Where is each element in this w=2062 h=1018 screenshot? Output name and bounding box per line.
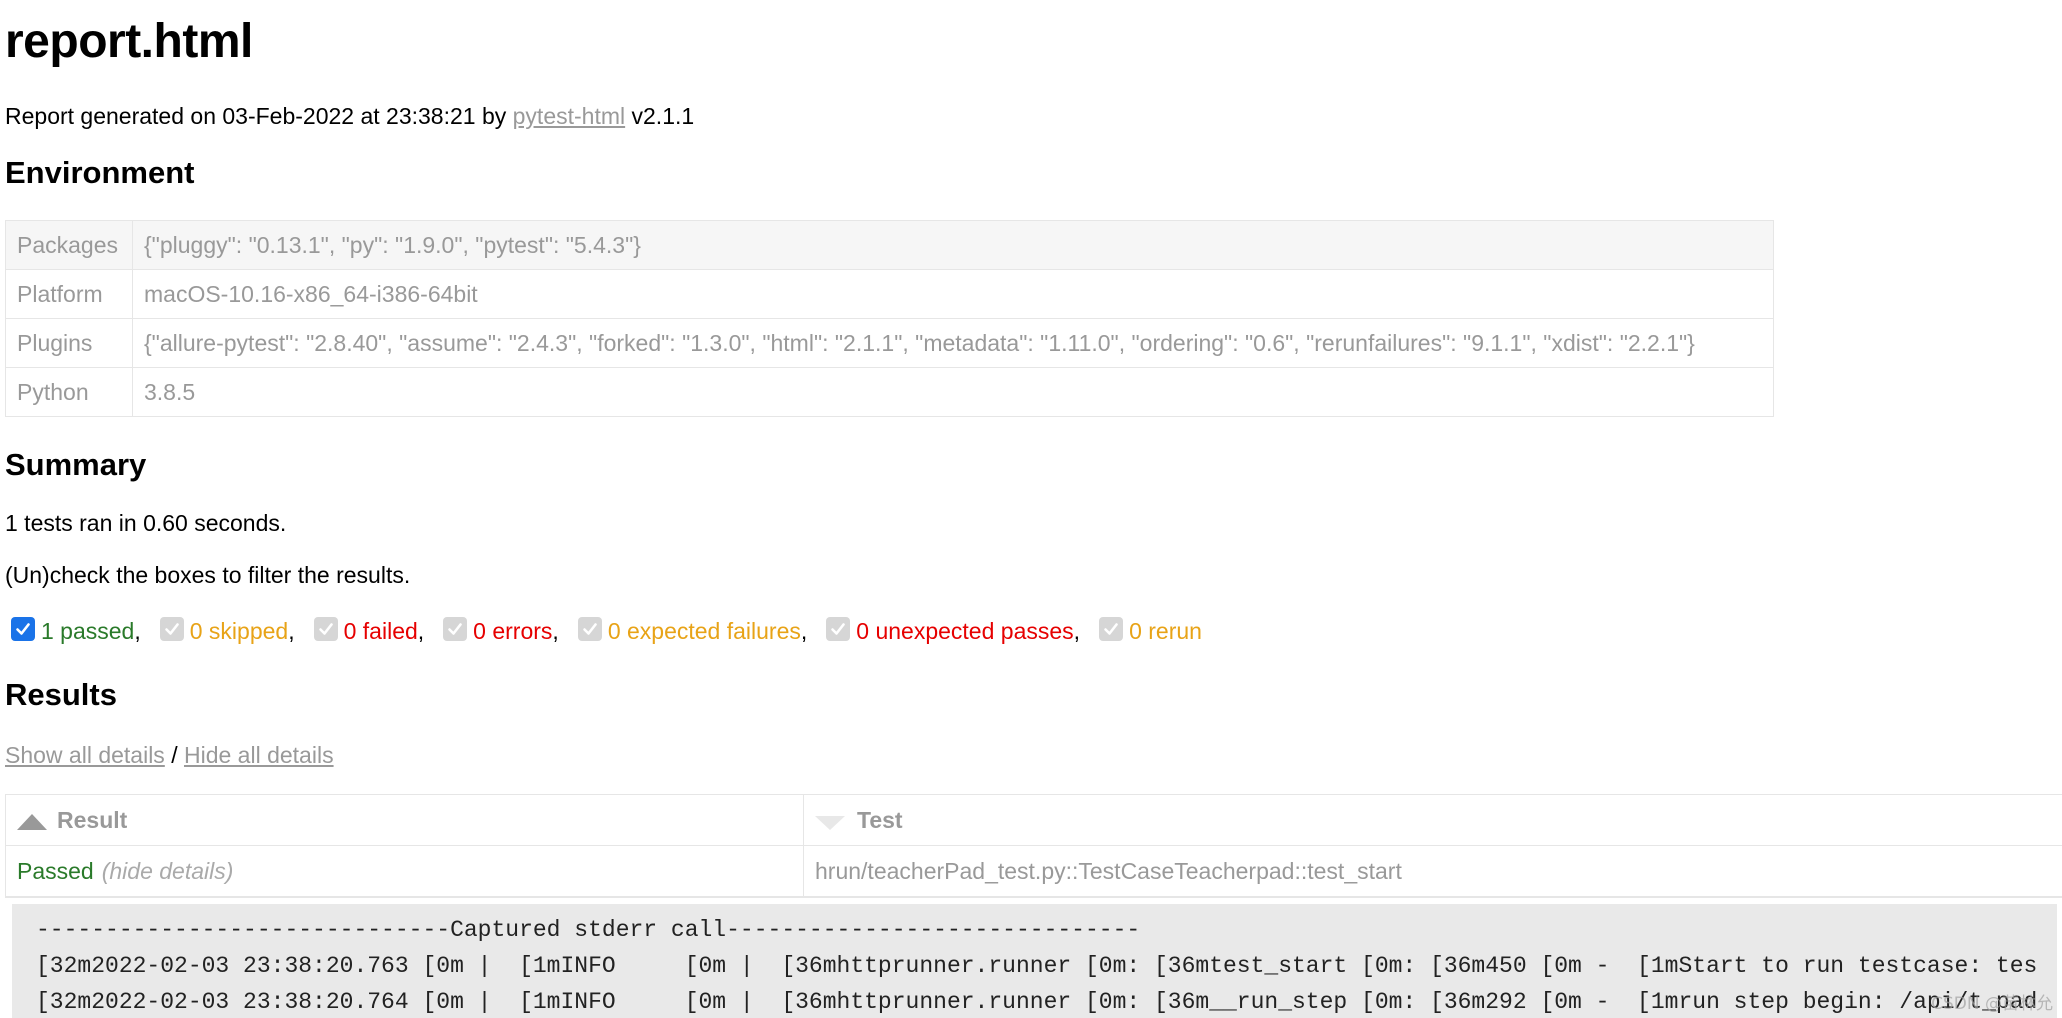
- filter-separator: ,: [552, 618, 559, 644]
- filter-hint: (Un)check the boxes to filter the result…: [5, 562, 411, 588]
- detail-links: Show all details / Hide all details: [5, 741, 334, 769]
- env-row: Platform macOS-10.16-x86_64-i386-64bit: [5, 269, 1774, 319]
- table-row[interactable]: Passed (hide details) hrun/teacherPad_te…: [6, 846, 2062, 897]
- filter-label-skipped: 0 skipped: [189, 618, 289, 644]
- test-cell: hrun/teacherPad_test.py::TestCaseTeacher…: [804, 846, 2062, 896]
- filter-checkboxes: 1 passed, 0 skipped, 0 failed, 0 errors,…: [11, 616, 1202, 645]
- summary-heading: Summary: [5, 447, 147, 482]
- filter-label-unexpected-passes: 0 unexpected passes: [856, 618, 1074, 644]
- page-title: report.html: [5, 15, 253, 68]
- env-value: {"pluggy": "0.13.1", "py": "1.9.0", "pyt…: [132, 220, 1774, 270]
- test-column-header[interactable]: Test: [804, 795, 2062, 845]
- check-icon: [164, 622, 179, 635]
- env-key: Packages: [5, 220, 133, 270]
- env-row: Plugins {"allure-pytest": "2.8.40", "ass…: [5, 318, 1774, 368]
- unexpected-passes-checkbox: [826, 616, 851, 641]
- check-icon: [583, 622, 597, 635]
- pytest-html-link[interactable]: pytest-html: [513, 103, 625, 129]
- hide-all-details-link[interactable]: Hide all details: [184, 742, 334, 768]
- env-row: Python 3.8.5: [5, 367, 1774, 417]
- filter-expected-failures: 0 expected failures,: [577, 616, 826, 645]
- hide-details-toggle[interactable]: (hide details): [102, 858, 234, 885]
- check-icon: [831, 622, 846, 635]
- run-summary: 1 tests ran in 0.60 seconds.: [5, 510, 287, 536]
- results-table: Result Test Passed (hide details) hrun/t…: [5, 794, 2062, 898]
- filter-label-passed: 1 passed: [41, 618, 135, 644]
- generated-line: Report generated on 03-Feb-2022 at 23:38…: [5, 102, 694, 130]
- expected-failures-checkbox: [577, 616, 602, 641]
- check-icon: [1104, 622, 1118, 635]
- env-row: Packages {"pluggy": "0.13.1", "py": "1.9…: [5, 220, 1774, 270]
- result-column-header[interactable]: Result: [6, 795, 804, 845]
- result-status: Passed: [17, 857, 94, 884]
- skipped-checkbox: [159, 616, 184, 641]
- result-column-label: Result: [57, 806, 128, 833]
- env-key: Python: [5, 367, 133, 417]
- environment-table: Packages {"pluggy": "0.13.1", "py": "1.9…: [5, 220, 1774, 417]
- check-icon: [318, 622, 333, 635]
- env-value: macOS-10.16-x86_64-i386-64bit: [132, 269, 1774, 319]
- filter-errors: 0 errors,: [443, 616, 578, 645]
- environment-heading: Environment: [5, 155, 195, 190]
- log-line: ------------------------------Captured s…: [36, 917, 1141, 943]
- filter-separator: ,: [1073, 618, 1081, 644]
- passed-checkbox[interactable]: [11, 616, 35, 641]
- filter-failed: 0 failed,: [313, 616, 444, 645]
- log-line: [32m2022-02-03 23:38:20.764 [0m | [1mINF…: [36, 989, 2038, 1015]
- generated-suffix: v2.1.1: [625, 103, 695, 129]
- log-line: [32m2022-02-03 23:38:20.763 [0m | [1mINF…: [36, 953, 2038, 979]
- filter-separator: ,: [417, 618, 425, 644]
- errors-checkbox: [443, 616, 468, 641]
- details-divider: /: [164, 742, 184, 768]
- result-cell: Passed (hide details): [6, 846, 804, 896]
- filter-label-errors: 0 errors: [473, 618, 553, 644]
- filter-skipped: 0 skipped,: [159, 616, 314, 645]
- env-value: 3.8.5: [132, 367, 1774, 417]
- filter-unexpected-passes: 0 unexpected passes,: [826, 616, 1099, 645]
- filter-separator: ,: [134, 618, 141, 644]
- filter-label-rerun: 0 rerun: [1129, 618, 1202, 644]
- show-all-details-link[interactable]: Show all details: [5, 742, 165, 768]
- results-header-row: Result Test: [6, 795, 2062, 846]
- env-key: Platform: [5, 269, 133, 319]
- sort-descending-icon: [815, 816, 845, 830]
- env-key: Plugins: [5, 318, 133, 368]
- captured-log: ------------------------------Captured s…: [12, 904, 2057, 1018]
- sort-ascending-icon: [17, 814, 47, 830]
- generated-prefix: Report generated on 03-Feb-2022 at 23:38…: [5, 103, 513, 129]
- results-heading: Results: [5, 677, 117, 712]
- env-value: {"allure-pytest": "2.8.40", "assume": "2…: [132, 318, 1774, 368]
- watermark: CSDN @苗林允: [1931, 994, 2053, 1014]
- filter-label-failed: 0 failed: [343, 618, 418, 644]
- test-column-label: Test: [857, 806, 903, 833]
- check-icon: [16, 622, 30, 635]
- filter-passed[interactable]: 1 passed,: [11, 616, 160, 645]
- filter-separator: ,: [800, 618, 808, 644]
- check-icon: [448, 622, 462, 635]
- rerun-checkbox: [1099, 616, 1124, 641]
- filter-separator: ,: [288, 618, 295, 644]
- filter-rerun: 0 rerun: [1099, 616, 1202, 645]
- filter-label-expected-failures: 0 expected failures: [607, 618, 801, 644]
- failed-checkbox: [313, 616, 338, 641]
- test-name: hrun/teacherPad_test.py::TestCaseTeacher…: [815, 857, 1402, 884]
